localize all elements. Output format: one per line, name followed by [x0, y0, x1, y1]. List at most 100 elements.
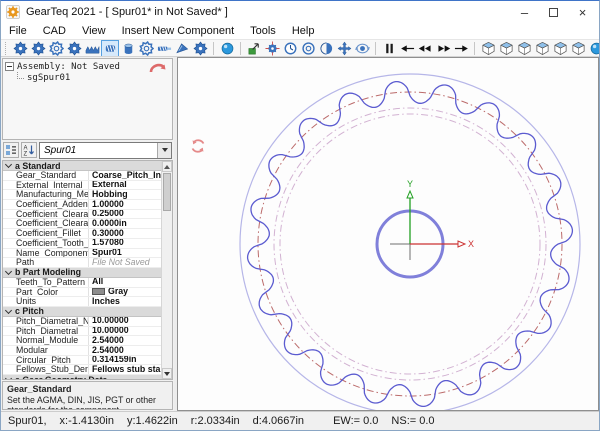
property-row-normal-module[interactable]: Normal_Module2.54000 — [3, 336, 161, 346]
collapse-expander-icon[interactable] — [5, 62, 14, 71]
property-value: Gray — [89, 288, 161, 297]
property-row-coefficient-clearanc[interactable]: Coefficient_Clearanc0.25000 — [3, 210, 161, 220]
property-row-coefficient-addendu[interactable]: Coefficient_Addendu1.00000 — [3, 200, 161, 210]
cylinder-blank-icon[interactable] — [119, 40, 137, 57]
drawing-canvas[interactable]: YX — [177, 57, 599, 411]
helical-gear-icon[interactable] — [29, 40, 47, 57]
category-b-part-modeling[interactable]: b Part Modeling — [3, 268, 161, 278]
menu-cad[interactable]: CAD — [35, 25, 74, 37]
property-value: Inches — [89, 297, 161, 306]
property-value: 1.57080 — [89, 239, 161, 248]
front-view-icon[interactable] — [497, 40, 515, 57]
bevel-gear-icon[interactable] — [173, 40, 191, 57]
menu-file[interactable]: File — [1, 25, 35, 37]
top-view-icon[interactable] — [515, 40, 533, 57]
rack-icon[interactable] — [83, 40, 101, 57]
property-row-external-internal-ra[interactable]: External_Internal_RaExternal — [3, 181, 161, 191]
menu-tools[interactable]: Tools — [242, 25, 284, 37]
iso-view-icon[interactable] — [479, 40, 497, 57]
property-grid-scrollbar[interactable] — [161, 161, 172, 379]
pause-icon[interactable] — [380, 40, 398, 57]
internal-gear-icon[interactable] — [47, 40, 65, 57]
left-view-icon[interactable] — [569, 40, 587, 57]
category-c-pitch[interactable]: c Pitch — [3, 307, 161, 317]
property-label: Circular_Pitch — [3, 356, 89, 365]
component-selector[interactable]: Spur01 — [39, 142, 172, 159]
tree-child-item[interactable]: sgSpur01 — [17, 72, 170, 83]
back-view-icon[interactable] — [551, 40, 569, 57]
property-value: 0.25000 — [89, 210, 161, 219]
property-row-pitch-diametral-norr[interactable]: Pitch_Diametral_Norr10.00000 — [3, 317, 161, 327]
maximize-button[interactable] — [539, 2, 568, 22]
app-icon — [6, 5, 20, 19]
timing-gear-icon[interactable] — [281, 40, 299, 57]
property-value: Fellows stub standard — [89, 365, 161, 374]
combo-dropdown-button[interactable] — [157, 143, 171, 158]
sphere-gear-icon[interactable] — [218, 40, 236, 57]
chevron-down-icon — [5, 161, 12, 168]
property-row-teeth-to-pattern[interactable]: Teeth_To_PatternAll — [3, 278, 161, 288]
step-back-icon[interactable] — [398, 40, 416, 57]
tree-root-item[interactable]: Assembly: Not Saved — [5, 61, 170, 72]
property-value: 2.54000 — [89, 336, 161, 345]
property-row-manufacturing-metho[interactable]: Manufacturing_MethoHobbing — [3, 190, 161, 200]
category-label: b Part Modeling — [15, 267, 81, 277]
property-row-part-color[interactable]: Part_ColorGray — [3, 288, 161, 298]
property-label: Pitch_Diametral_Norr — [3, 317, 89, 326]
window-controls: – × — [510, 2, 597, 22]
concentric-gear-icon[interactable] — [299, 40, 317, 57]
move-component-icon[interactable] — [335, 40, 353, 57]
category-a-standard[interactable]: a Standard — [3, 161, 161, 171]
ring-gear-icon[interactable] — [137, 40, 155, 57]
step-forward-icon[interactable] — [452, 40, 470, 57]
property-row-modular[interactable]: Modular2.54000 — [3, 346, 161, 356]
property-row-coefficient-clearanc[interactable]: Coefficient_Clearanc0.0000in — [3, 219, 161, 229]
category-e-gear-geometry-data[interactable]: e Gear Geometry Data — [3, 375, 161, 379]
property-label: Teeth_To_Pattern — [3, 278, 89, 287]
shaded-view-icon[interactable] — [587, 40, 599, 57]
property-row-name-component[interactable]: Name_ComponentSpur01 — [3, 249, 161, 259]
toolbar-separator — [240, 42, 241, 55]
fast-forward-icon[interactable] — [434, 40, 452, 57]
categorized-view-icon[interactable] — [3, 142, 19, 158]
scrollbar-thumb[interactable] — [163, 173, 171, 211]
face-gear-icon[interactable] — [65, 40, 83, 57]
status-item-4: d:4.0667in — [253, 415, 304, 427]
status-item-2: y:1.4622in — [127, 415, 178, 427]
property-value: Coarse_Pitch_Involute_ — [89, 171, 161, 180]
property-label: Coefficient_Clearanc — [3, 210, 89, 219]
export-cad-icon[interactable] — [245, 40, 263, 57]
property-row-gear-standard[interactable]: Gear_StandardCoarse_Pitch_Involute_ — [3, 171, 161, 181]
spur-gear-icon[interactable] — [11, 40, 29, 57]
menu-help[interactable]: Help — [284, 25, 323, 37]
fast-back-icon[interactable] — [416, 40, 434, 57]
property-row-coefficient-tooth-tr[interactable]: Coefficient_Tooth_Tr1.57080 — [3, 239, 161, 249]
red-curved-arrow-icon[interactable] — [149, 61, 167, 75]
property-row-coefficient-fillet[interactable]: Coefficient_Fillet0.30000 — [3, 229, 161, 239]
gear-pair-icon[interactable] — [191, 40, 209, 57]
status-item-1: x:-1.4130in — [60, 415, 114, 427]
component-selector-value: Spur01 — [44, 145, 76, 156]
center-gear-icon[interactable] — [263, 40, 281, 57]
rotate-component-icon[interactable] — [353, 40, 371, 57]
red-rotate-icon[interactable] — [190, 138, 206, 154]
toolbar-separator — [375, 42, 376, 55]
worm-shaft-icon[interactable] — [155, 40, 173, 57]
property-label: External_Internal_Ra — [3, 181, 89, 190]
status-item-6: NS:= 0.0 — [391, 415, 434, 427]
section-gear-icon[interactable] — [317, 40, 335, 57]
scroll-down-icon[interactable] — [162, 368, 172, 379]
color-swatch-icon — [92, 288, 105, 295]
scroll-up-icon[interactable] — [162, 161, 172, 172]
worm-gear-icon[interactable] — [101, 40, 119, 57]
close-button[interactable]: × — [568, 2, 597, 22]
right-view-icon[interactable] — [533, 40, 551, 57]
toolbar-separator — [474, 42, 475, 55]
property-row-pitch-diametral[interactable]: Pitch_Diametral10.00000 — [3, 327, 161, 337]
sort-az-icon[interactable]: AZ — [21, 142, 37, 158]
svg-text:X: X — [468, 239, 474, 249]
property-row-circular-pitch[interactable]: Circular_Pitch0.314159in — [3, 356, 161, 366]
menu-view[interactable]: View — [74, 25, 114, 37]
minimize-button[interactable]: – — [510, 2, 539, 22]
menu-insert-new-component[interactable]: Insert New Component — [114, 25, 243, 37]
